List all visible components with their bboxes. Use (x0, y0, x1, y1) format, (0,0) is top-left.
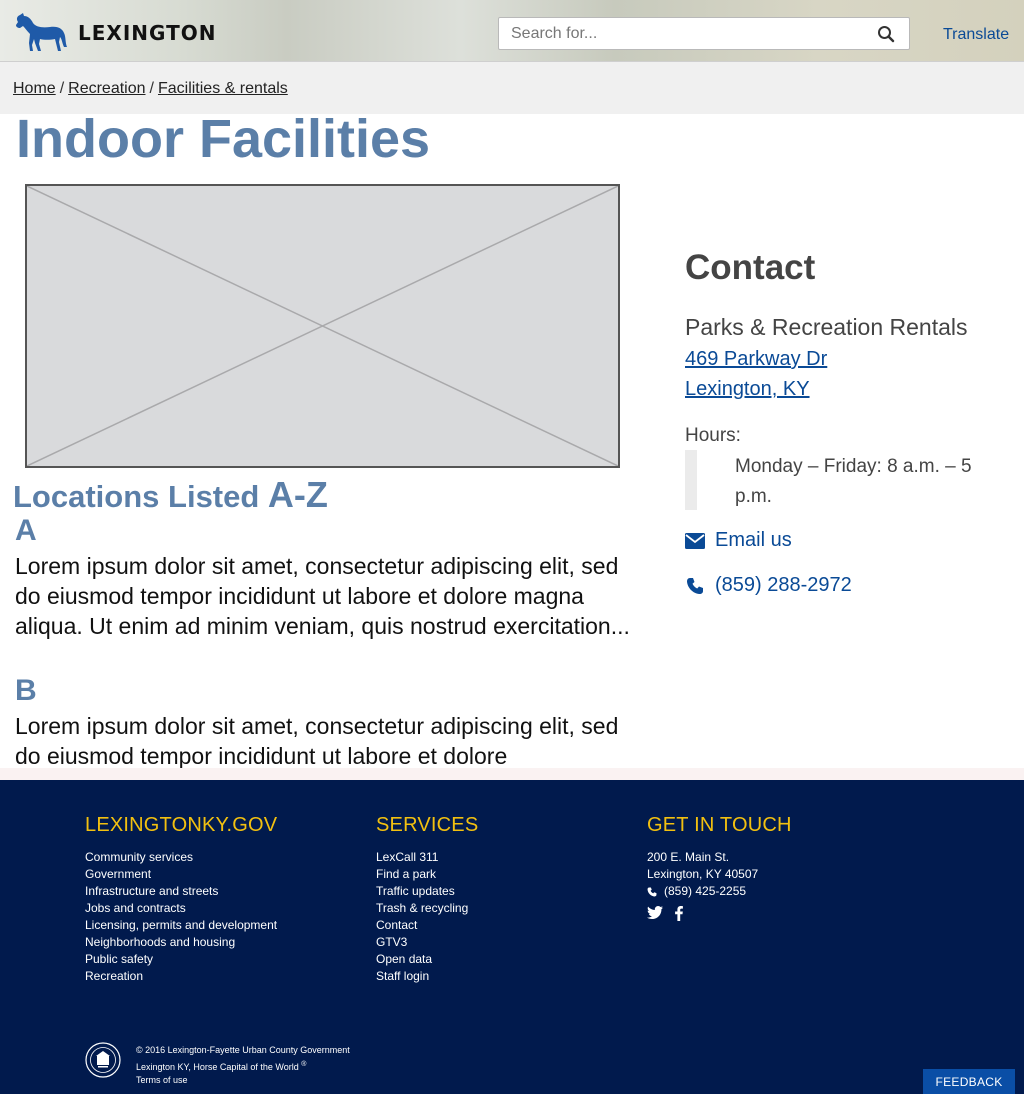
feedback-button[interactable]: FEEDBACK (923, 1069, 1015, 1094)
email-label: Email us (715, 529, 792, 551)
footer-link[interactable]: Staff login (376, 969, 429, 983)
section-letter-b: B (15, 674, 37, 707)
footer-address-line1: 200 E. Main St. (647, 850, 730, 864)
phone-icon (647, 887, 657, 896)
copyright-line2: Lexington KY, Horse Capital of the World (136, 1061, 299, 1072)
locations-heading-range: A-Z (267, 474, 328, 515)
section-letter-a: A (15, 514, 37, 547)
logo-text: LEXINGTON (78, 21, 217, 45)
footer-heading: LEXINGTONKY.GOV (85, 814, 278, 836)
section-text-a: Lorem ipsum dolor sit amet, consectetur … (15, 553, 630, 639)
hours-label: Hours: (685, 425, 741, 446)
contact-title: Contact (685, 248, 816, 287)
footer-link[interactable]: Neighborhoods and housing (85, 935, 235, 949)
phone-number: (859) 288-2972 (715, 574, 852, 596)
copyright-line1: © 2016 Lexington-Fayette Urban County Go… (136, 1045, 350, 1055)
envelope-icon (685, 532, 705, 549)
contact-org: Parks & Recreation Rentals (685, 314, 968, 340)
footer-col-get-in-touch: GET IN TOUCH 200 E. Main St. Lexington, … (647, 814, 792, 926)
copyright-block: © 2016 Lexington-Fayette Urban County Go… (136, 1044, 350, 1088)
footer-link[interactable]: Licensing, permits and development (85, 918, 277, 932)
search-input[interactable] (499, 18, 869, 49)
page-title: Indoor Facilities (16, 109, 431, 169)
footer-link[interactable]: GTV3 (376, 935, 407, 949)
breadcrumb-home[interactable]: Home (13, 80, 56, 97)
section-text-b: Lorem ipsum dolor sit amet, consectetur … (15, 713, 619, 769)
contact-address-line2[interactable]: Lexington, KY (685, 378, 810, 401)
translate-link[interactable]: Translate (943, 26, 1009, 44)
footer-heading: SERVICES (376, 814, 479, 836)
footer-link[interactable]: Trash & recycling (376, 901, 468, 915)
footer-link[interactable]: LexCall 311 (376, 850, 438, 864)
locations-heading-text: Locations Listed (13, 479, 268, 514)
social-links (647, 906, 792, 926)
site-logo[interactable]: LEXINGTON (12, 12, 216, 54)
footer-link[interactable]: Jobs and contracts (85, 901, 186, 915)
search-icon[interactable] (877, 25, 895, 43)
hours-divider (685, 450, 697, 510)
breadcrumb: Home / Recreation / Facilities & rentals (0, 62, 1024, 114)
image-placeholder (25, 184, 620, 468)
footer-link[interactable]: Public safety (85, 952, 153, 966)
hours-value: Monday – Friday: 8 a.m. – 5 p.m. (735, 456, 972, 507)
footer-link[interactable]: Infrastructure and streets (85, 884, 218, 898)
email-link[interactable]: Email us (685, 529, 792, 552)
breadcrumb-facilities-rentals[interactable]: Facilities & rentals (158, 80, 288, 97)
terms-link[interactable]: Terms of use (136, 1075, 188, 1085)
footer-address-line2: Lexington, KY 40507 (647, 867, 759, 881)
phone-icon (687, 577, 703, 594)
site-header: LEXINGTON Translate (0, 0, 1024, 62)
footer-heading: GET IN TOUCH (647, 814, 792, 836)
footer-link[interactable]: Open data (376, 952, 432, 966)
footer-link[interactable]: Traffic updates (376, 884, 455, 898)
footer-col-lexingtonky: LEXINGTONKY.GOV Community services Gover… (85, 814, 277, 985)
government-seal-icon (85, 1042, 121, 1078)
footer-col-services: SERVICES LexCall 311 Find a park Traffic… (376, 814, 478, 985)
footer-link[interactable]: Government (85, 867, 151, 881)
contact-address-line1[interactable]: 469 Parkway Dr (685, 348, 827, 371)
footer-link[interactable]: Recreation (85, 969, 143, 983)
horse-icon (16, 13, 67, 51)
locations-heading: Locations Listed A-Z (13, 474, 328, 516)
footer-phone[interactable]: (859) 425-2255 (647, 883, 792, 900)
breadcrumb-separator: / (149, 80, 154, 97)
footer-link[interactable]: Find a park (376, 867, 436, 881)
footer-link[interactable]: Contact (376, 918, 417, 932)
registered-mark: ® (301, 1060, 307, 1068)
breadcrumb-recreation[interactable]: Recreation (68, 80, 145, 97)
footer-link[interactable]: Community services (85, 850, 193, 864)
search-box (498, 17, 910, 50)
footer-phone-number: (859) 425-2255 (664, 884, 747, 898)
placeholder-cross-icon (27, 186, 618, 466)
site-footer: LEXINGTONKY.GOV Community services Gover… (0, 780, 1024, 1094)
phone-link[interactable]: (859) 288-2972 (685, 574, 852, 597)
footer-separator (0, 768, 1024, 780)
facebook-icon[interactable] (675, 906, 683, 926)
breadcrumb-separator: / (59, 80, 65, 97)
twitter-icon[interactable] (647, 906, 663, 926)
